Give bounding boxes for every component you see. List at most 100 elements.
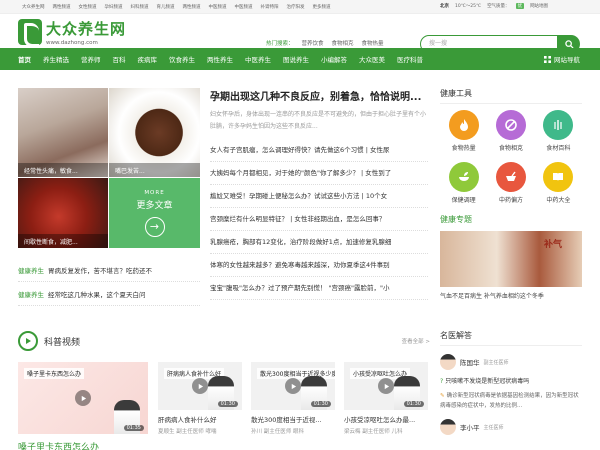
tool-item[interactable]: 中药偏方 [487,162,534,204]
video-thumbnail[interactable]: 肝病病人食补什么好 01:30 [158,362,242,410]
tool-item[interactable]: 食物相克 [487,110,534,152]
doctor-row[interactable]: 李小平 主任医师 [440,419,582,435]
list-tag[interactable]: 健康养生 [18,265,44,275]
nav-item[interactable]: 养生精选 [43,54,69,64]
weather-area: 北京 10℃～25℃ 空气质量： 优 网站地图 [440,3,582,9]
top-link[interactable]: 育儿频道 [157,4,175,10]
top-link[interactable]: 更多频道 [313,4,331,10]
featured-tile[interactable]: 经常性头痛，敏食... [18,88,108,177]
video-card[interactable]: 嗓子里卡东西怎么办 01:35 嗓子里卡东西怎么办 [18,362,148,450]
list-item[interactable]: 健康养生 经常吃这几种水果，这个夏天白问 [18,282,200,306]
tools-title: 健康工具 [440,88,582,104]
video-title[interactable]: 肝病病人食补什么好 [158,414,242,424]
video-doctor-info: 夏顺生 副主任医师 哮喘 [158,429,217,435]
top-link[interactable]: 女性频道 [79,4,97,10]
tool-item[interactable]: 食物热量 [440,110,487,152]
feature-column: 孕期出现这几种不良反应，别着急，恰恰说明... 妇女怀孕后，身体出现一连串的不良… [210,88,428,300]
top-link[interactable]: 治疗阳发 [287,4,305,10]
question[interactable]: ? 只咳嗽不发烧是新型冠状病毒吗 [440,376,582,385]
nav-item[interactable]: 百科 [113,54,126,64]
tool-item[interactable]: 中药大全 [535,162,582,204]
list-item[interactable]: 健康养生 胃病反复发作，苦不堪言？吃药还不 [18,258,200,282]
view-all-link[interactable]: 查看全部 > [402,337,430,345]
tool-item[interactable]: 食材百科 [535,110,582,152]
list-item[interactable]: 体寒的女性越来越多？避免寒毒越来越深，劝你夏季这4件事别 [210,254,428,277]
list-item[interactable]: 宫颈糜烂有什么明显特征？ | 女性非经期出血，是怎么回事？ [210,208,428,231]
nav-item[interactable]: 营养师 [81,54,101,64]
tile-caption: 嘴巴发苦... [109,163,200,177]
topic-text[interactable]: 气血不足百病生 补气养血相约这个冬季 [440,291,582,300]
video-big-title[interactable]: 嗓子里卡东西怎么办 [18,440,148,450]
site-logo[interactable]: 大众养生网 www.dazhong.com [18,18,126,47]
list-tag[interactable]: 健康养生 [18,289,44,299]
play-icon [192,378,208,394]
hot-search-item[interactable]: 食物热量 [362,39,384,47]
top-link[interactable]: 妇科频道 [131,4,149,10]
video-title[interactable]: 散光300度相当于近视... [251,414,335,424]
logo-url: www.dazhong.com [46,40,98,46]
video-card[interactable]: 小孩受凉呕吐怎么办 01:30 小孩受凉呕吐怎么办最... 梁云梅 副主任医师 … [344,362,428,435]
nav-item[interactable]: 饮食养生 [169,54,195,64]
arrow-right-icon: → [144,216,165,237]
hot-search: 热门搜索： 营养饮食 食物相克 食物热量 [266,39,384,47]
topic-title: 健康专题 [440,215,472,224]
nav-item[interactable]: 两性养生 [207,54,233,64]
play-icon [285,378,301,394]
video-banner: 嗓子里卡东西怎么办 [24,368,85,379]
video-duration: 01:30 [310,401,331,407]
top-link[interactable]: 大众养生网 [22,4,45,10]
sitemap-link[interactable]: 网站地图 [530,3,548,9]
list-text[interactable]: 胃病反复发作，苦不堪言？吃药还不 [48,265,152,275]
list-item[interactable]: 宝宝"腹吸"怎么办？过了预产期先别慌！ "宫颈癌"露脸前，"小 [210,277,428,300]
top-link[interactable]: 中医频道 [235,4,253,10]
nav-item[interactable]: 中医养生 [245,54,271,64]
featured-left: 经常性头痛，敏食... 嘴巴发苦... 间歇性断食，减肥... MORE 更多文… [18,88,200,306]
tool-item[interactable]: 保健调理 [440,162,487,204]
video-duration: 01:35 [123,425,144,431]
site-nav-link[interactable]: 网站导航 [544,54,580,64]
video-card[interactable]: 散光300度相当于近视多少度 01:30 散光300度相当于近视... 孙川 副… [251,362,335,435]
grid-icon [544,55,551,63]
hot-search-item[interactable]: 营养饮食 [302,39,324,47]
top-links: 大众养生网 两性频道 女性频道 孕妇频道 妇科频道 育儿频道 两性频道 中医频道… [22,4,331,10]
hot-search-item[interactable]: 食物相克 [332,39,354,47]
more-articles-tile[interactable]: MORE 更多文章 → [109,178,200,248]
nav-item[interactable]: 图说养生 [283,54,309,64]
featured-tile[interactable]: 嘴巴发苦... [109,88,200,177]
topic-image[interactable]: 补气 [440,231,582,287]
video-thumbnail[interactable]: 嗓子里卡东西怎么办 01:35 [18,362,148,434]
nav-item[interactable]: 医疗科普 [397,54,423,64]
video-card[interactable]: 肝病病人食补什么好 01:30 肝病病人食补什么好 夏顺生 副主任医师 哮喘 [158,362,242,435]
doctor-row[interactable]: 陈国华 副主任医师 [440,354,582,370]
nav-item-home[interactable]: 首页 [18,54,31,64]
right-column: 健康工具 食物热量 食物相克 食材百科 保健调理 中药偏方 中药大全 健康专题 … [440,88,582,300]
video-doctor-info: 孙川 副主任医师 眼科 [251,429,304,435]
feature-title[interactable]: 孕期出现这几种不良反应，别着急，恰恰说明... [210,88,428,103]
nav-item[interactable]: 小编解答 [321,54,347,64]
video-title[interactable]: 小孩受凉呕吐怎么办最... [344,414,428,424]
list-item[interactable]: 女人有子宫肌瘤，怎么调理好得快？请先做这6个习惯 | 女性尿 [210,139,428,162]
tile-caption: 间歇性断食，减肥... [18,234,108,248]
flame-icon [448,110,479,140]
list-text[interactable]: 经常吃这几种水果，这个夏天白问 [48,289,146,299]
top-link[interactable]: 补肾特阳 [261,4,279,10]
top-link[interactable]: 中医频道 [209,4,227,10]
list-item[interactable]: 尴尬又难受！孕期碰上便秘怎么办？试试这些小方法 | 10个女 [210,185,428,208]
video-thumbnail[interactable]: 散光300度相当于近视多少度 01:30 [251,362,335,410]
featured-tile[interactable]: 间歇性断食，减肥... [18,178,108,248]
top-link[interactable]: 两性频道 [53,4,71,10]
avatar [440,354,456,370]
video-thumbnail[interactable]: 小孩受凉呕吐怎么办 01:30 [344,362,428,410]
feature-summary: 妇女怀孕后，身体出现一连串的不良反应是不可避免的，但由于担心肚子里有个小肚腩，许… [210,111,427,130]
top-link[interactable]: 孕妇频道 [105,4,123,10]
expert-qa: 名医解答 陈国华 副主任医师 ? 只咳嗽不发烧是新型冠状病毒吗 ✎ 确诊新型冠状病毒… [440,330,582,435]
nav-item[interactable]: 疾病库 [138,54,158,64]
video-section-title: 科普视频 [44,337,81,348]
top-link[interactable]: 两性频道 [183,4,201,10]
tool-label: 中药大全 [546,197,571,204]
list-item[interactable]: 大姨妈每个月都相见，对于她的"颜色"你了解多少？ | 女性到了 [210,162,428,185]
list-item[interactable]: 乳腺癌疮，胸部有12变化，治疗阶段做好1点，加速修复乳腺细 [210,231,428,254]
city-name[interactable]: 北京 [440,3,449,9]
nav-item[interactable]: 大众医美 [359,54,385,64]
play-icon [378,378,394,394]
